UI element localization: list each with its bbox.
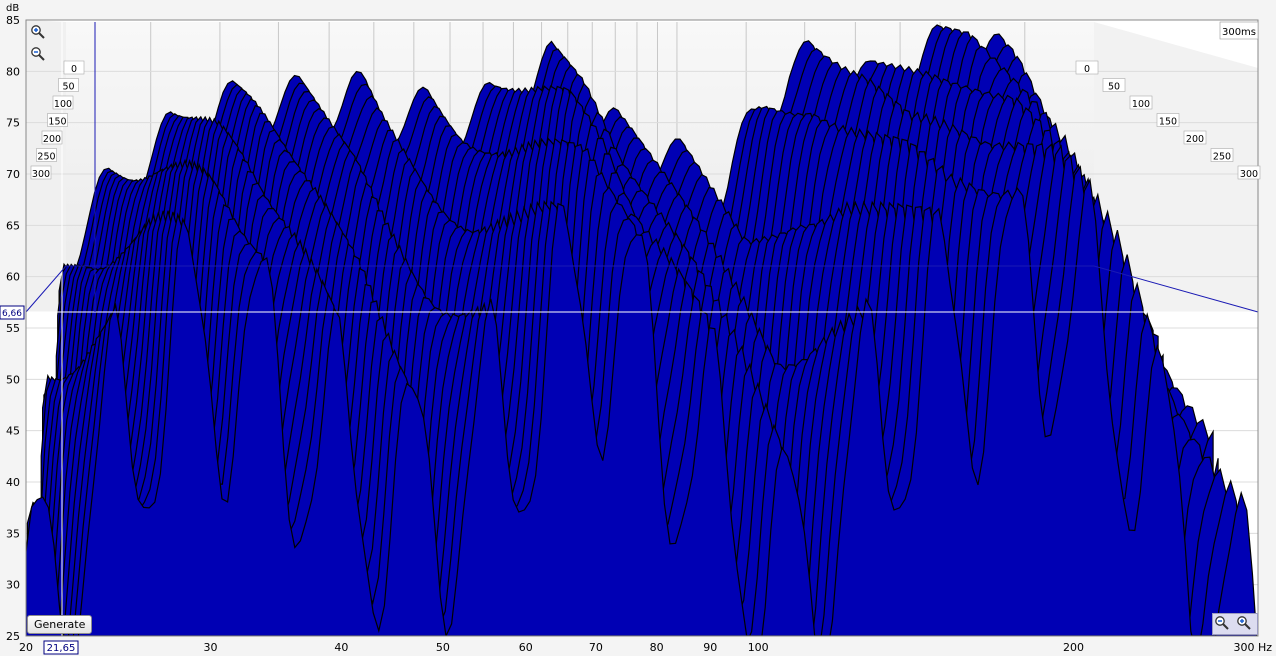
zoom-in-y-icon[interactable] (30, 24, 46, 40)
db-cursor-readout: 6,66 (2, 309, 22, 319)
time-tick-label-left: 200 (43, 134, 61, 145)
y-tick-label: 55 (6, 322, 20, 335)
x-tick-label: 30 (203, 641, 217, 654)
generate-button[interactable]: Generate (27, 615, 93, 634)
x-tick-label: 40 (334, 641, 348, 654)
zoom-in-x-icon[interactable] (1236, 615, 1252, 631)
x-tick-label: 20 (19, 641, 33, 654)
y-tick-label: 60 (6, 271, 20, 284)
x-tick-label: 60 (519, 641, 533, 654)
y-tick-label: 40 (6, 476, 20, 489)
y-tick-label: 75 (6, 117, 20, 130)
time-tick-label-left: 50 (62, 82, 74, 93)
time-tick-label-right: 100 (1132, 99, 1150, 110)
zoom-out-y-icon[interactable] (30, 46, 46, 62)
time-tick-label-left: 250 (37, 152, 55, 163)
time-tick-label-right: 200 (1186, 134, 1204, 145)
time-tick-label-right: 300 (1240, 169, 1258, 180)
x-tick-label: 100 (748, 641, 769, 654)
zoom-out-x-icon[interactable] (1214, 615, 1230, 631)
y-axis-ticks: 25 30 35 40 45 50 55 60 65 70 75 80 85 (6, 14, 20, 643)
x-tick-label: 200 (1063, 641, 1084, 654)
y-unit-label: dB (6, 3, 19, 14)
x-tick-label: 300 Hz (1233, 641, 1272, 654)
waterfall-chart: dB 25 30 35 40 45 50 55 60 65 70 75 80 85 20 30 40 50 60… (0, 0, 1276, 656)
time-tick-label-left: 100 (54, 99, 72, 110)
time-tick-label-right: 250 (1213, 152, 1231, 163)
x-tick-label: 70 (589, 641, 603, 654)
chart-svg[interactable]: dB 25 30 35 40 45 50 55 60 65 70 75 80 85 20 30 40 50 60… (0, 0, 1276, 656)
x-tick-label: 80 (650, 641, 664, 654)
y-tick-label: 50 (6, 373, 20, 386)
time-tick-label-left: 300 (32, 169, 50, 180)
freq-cursor-readout: 21,65 (47, 643, 76, 654)
y-tick-label: 85 (6, 14, 20, 27)
y-tick-label: 30 (6, 579, 20, 592)
time-tick-label-right: 150 (1159, 117, 1177, 128)
time-tick-label-right: 0 (1084, 64, 1090, 75)
time-tick-label-right: 50 (1108, 82, 1120, 93)
x-tick-label: 90 (703, 641, 717, 654)
x-axis-ticks: 20 30 40 50 60 70 80 90 100 200 300 Hz (19, 641, 1272, 654)
x-tick-label: 50 (436, 641, 450, 654)
time-tick-label-left: 150 (48, 117, 66, 128)
y-tick-label: 45 (6, 425, 20, 438)
back-time-label: 300ms (1222, 27, 1256, 38)
y-tick-label: 70 (6, 168, 20, 181)
y-tick-label: 65 (6, 219, 20, 232)
y-tick-label: 25 (6, 630, 20, 643)
time-tick-label-left: 0 (71, 64, 77, 75)
y-tick-label: 35 (6, 527, 20, 540)
y-tick-label: 80 (6, 65, 20, 78)
